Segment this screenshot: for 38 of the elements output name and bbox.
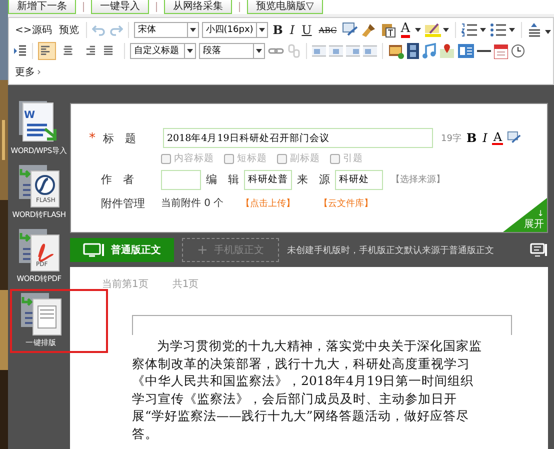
body-paragraph: 为学习贯彻党的十九大精神，落实党中央关于深化国家监察体制改革的决策部署，践行十九大，科研处高度重视学习《中华人民共和国监察法》，2018年4月19日第一时间组织学习宣传《监察法》，会后部门成员及时、主动参加日开展“学好监察法——践行十九大”网络答题活动，做好应答尽答。 [132, 337, 483, 442]
required-mark: * [89, 130, 96, 146]
heading-select[interactable]: 自定义标题 [130, 43, 196, 59]
top-button[interactable]: 预览电脑版▽ [247, 0, 323, 14]
expand-button[interactable]: ↓ 展开 [503, 198, 547, 232]
paragraph-select[interactable]: 段落 [199, 43, 265, 59]
font-size-select[interactable]: 小四(16px) [202, 22, 268, 38]
italic-button[interactable]: I [482, 131, 488, 145]
format-button[interactable]: I [288, 21, 297, 39]
top-button[interactable]: 一键导入 [91, 0, 149, 14]
editor-field[interactable]: 科研处普 [244, 170, 292, 190]
format-button[interactable]: U [300, 21, 314, 39]
current-page: 当前第1页 [102, 278, 148, 291]
body-tab[interactable]: 普通版正文 [70, 238, 174, 262]
field-label: 编 辑 [206, 172, 239, 187]
top-button[interactable]: 从网络采集 [164, 0, 232, 14]
format-button[interactable]: B [270, 21, 285, 39]
format-button[interactable]: ABC [316, 21, 339, 39]
total-pages: 共1页 [172, 278, 199, 291]
field-label: 作 者 [101, 172, 135, 187]
font-select[interactable]: 宋体 [134, 22, 199, 38]
char-count: 19字 [441, 132, 462, 144]
choose-source-link[interactable]: 【选择来源】 [391, 173, 445, 186]
font-color-button[interactable]: A [398, 21, 412, 39]
more-button[interactable]: 更多 › [13, 63, 43, 81]
source-button[interactable]: <>源码 [13, 21, 54, 39]
bold-button[interactable]: B [465, 131, 478, 145]
title-field[interactable]: 2018年4月19日科研处召开部门会议 [163, 128, 433, 148]
preview-button[interactable]: 预览 [56, 21, 81, 39]
field-label: 附件管理 [101, 196, 146, 210]
source-field[interactable]: 科研处 [335, 170, 383, 190]
field-label: 来 源 [297, 172, 330, 187]
top-button[interactable]: 新增下一条 [8, 0, 76, 14]
body-note: 未创建手机版时，手机版正文默认来源于普通版正文 [286, 244, 494, 256]
font-color-button[interactable]: A [492, 131, 504, 145]
field-label: 标 题 [103, 130, 137, 146]
icon-caption: W [24, 110, 36, 121]
attachment-count: 当前附件 0 个 [161, 196, 225, 210]
